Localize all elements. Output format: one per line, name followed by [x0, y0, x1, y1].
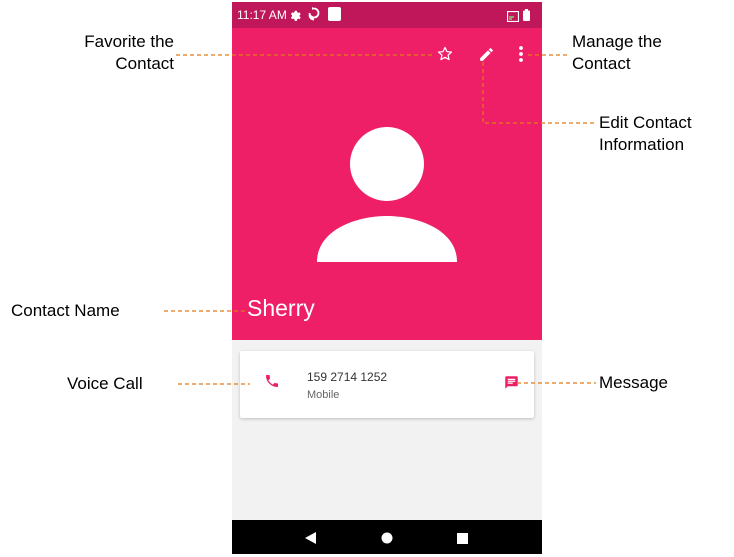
- phone-icon[interactable]: [264, 373, 280, 394]
- home-icon[interactable]: [381, 531, 393, 549]
- edit-annotation-line1: Edit Contact: [599, 113, 692, 132]
- message-annotation: Message: [599, 373, 668, 392]
- phone-number-card[interactable]: 159 2714 1252 Mobile: [240, 351, 534, 418]
- battery-icon: [523, 8, 530, 26]
- manage-annotation-line1: Manage the: [572, 32, 662, 51]
- favorite-annotation: Favorite the Contact: [20, 31, 174, 75]
- sync-icon: [308, 7, 320, 26]
- edit-annotation-line2: Information: [599, 135, 685, 154]
- contact-avatar: [316, 126, 458, 262]
- status-bar: 11:17 AM: [232, 2, 542, 28]
- favorite-annotation-line2: Contact: [115, 54, 174, 73]
- favorite-annotation-line1: Favorite the: [84, 32, 174, 51]
- star-outline-icon[interactable]: [433, 42, 457, 66]
- message-icon[interactable]: [504, 375, 519, 395]
- contact-header: 11:17 AM Sherry: [232, 2, 542, 340]
- edit-annotation: Edit Contact Information: [599, 112, 692, 156]
- contact-name-annotation: Contact Name: [11, 301, 120, 320]
- cast-icon: [506, 9, 520, 27]
- phone-type: Mobile: [307, 389, 340, 401]
- settings-icon: [288, 8, 301, 26]
- contact-name: Sherry: [247, 295, 315, 321]
- phone-screen: 11:17 AM Sherry 159 2714 1252 Mobile: [232, 2, 542, 554]
- phone-number: 159 2714 1252: [307, 370, 388, 384]
- back-icon[interactable]: [305, 531, 316, 549]
- status-time: 11:17 AM: [237, 8, 287, 22]
- manage-annotation-line2: Contact: [572, 54, 631, 73]
- more-vert-icon[interactable]: [509, 42, 533, 66]
- recents-icon[interactable]: [457, 531, 468, 549]
- manage-annotation: Manage the Contact: [572, 31, 662, 75]
- navigation-bar: [232, 520, 542, 554]
- notification-icon: [328, 7, 341, 26]
- voice-call-annotation: Voice Call: [67, 374, 143, 393]
- pencil-icon[interactable]: [474, 42, 498, 66]
